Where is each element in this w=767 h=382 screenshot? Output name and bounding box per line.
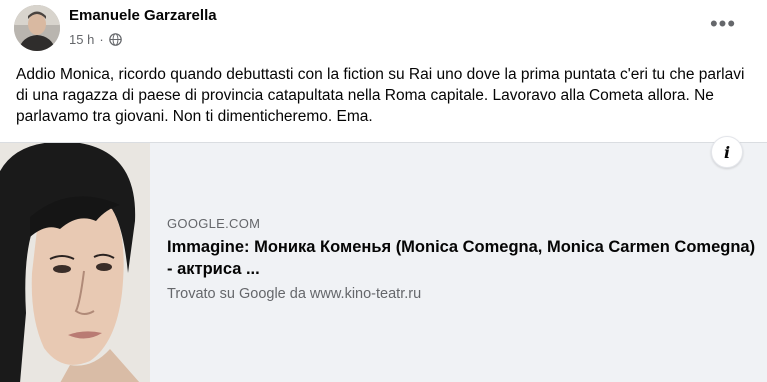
- meta-separator: ·: [99, 32, 104, 47]
- facebook-post: Emanuele Garzarella 15 h · ••• Addio Mon…: [0, 0, 767, 382]
- post-text: Addio Monica, ricordo quando debuttasti …: [16, 66, 745, 125]
- avatar[interactable]: [14, 5, 60, 51]
- link-domain: GOOGLE.COM: [167, 216, 261, 231]
- more-options-icon: •••: [709, 11, 737, 36]
- link-description: Trovato su Google da www.kino-teatr.ru: [167, 286, 422, 302]
- globe-icon[interactable]: [108, 33, 122, 46]
- link-title[interactable]: Immagine: Моника Коменья (Monica Comegna…: [167, 236, 757, 280]
- post-timestamp[interactable]: 15 h: [69, 32, 94, 47]
- more-options-button[interactable]: •••: [709, 11, 737, 36]
- author-name[interactable]: Emanuele Garzarella: [69, 7, 217, 24]
- link-preview-image[interactable]: [0, 143, 150, 382]
- info-button[interactable]: i: [711, 136, 743, 168]
- post-meta: 15 h ·: [69, 32, 122, 47]
- info-icon: i: [723, 142, 731, 162]
